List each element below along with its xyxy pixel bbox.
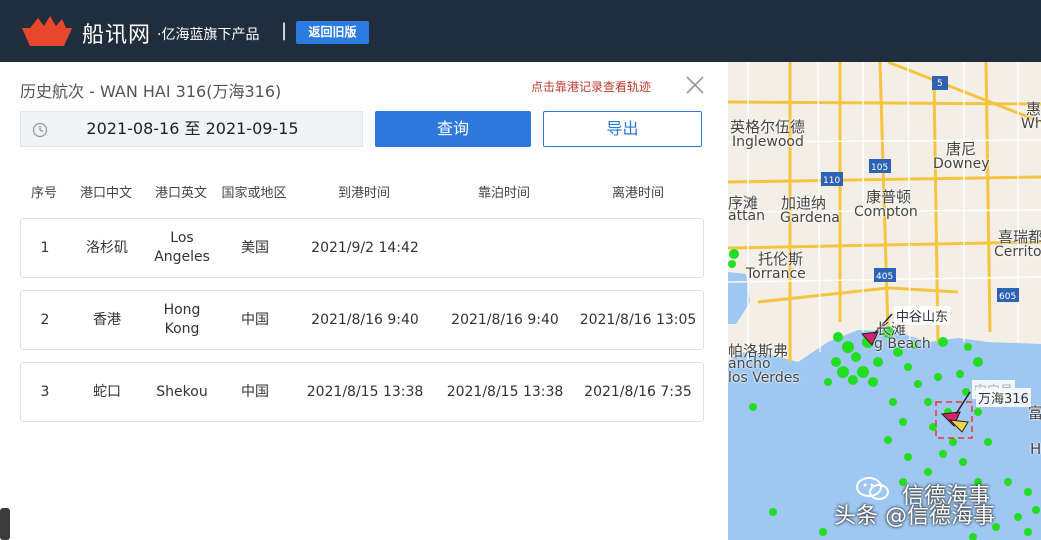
header-index: 序号: [30, 186, 57, 201]
wechat-icon: [856, 477, 889, 500]
date-range-picker[interactable]: 2021-08-16 至 2021-09-15: [20, 111, 363, 147]
place-palos-2: los Verdes: [728, 370, 800, 386]
row-index: 3: [40, 383, 50, 400]
map-view[interactable]: 5 105 110 405 605 英格尔伍德 Inglewood 唐尼 Dow…: [728, 62, 1041, 540]
port-cn: 香港: [93, 311, 121, 328]
berth-time: 2021/8/15 13:38: [446, 383, 564, 400]
berth-time: [435, 219, 575, 277]
arrival-time: 2021/8/16 9:40: [311, 311, 419, 328]
place-partial-right2: H: [1030, 440, 1041, 458]
place-compton-en: Compton: [854, 204, 918, 220]
header-departure: 离港时间: [611, 186, 664, 201]
place-downey-en: Downey: [933, 156, 990, 172]
port-en: Shekou: [156, 383, 208, 400]
header-port-cn: 港口中文: [79, 186, 132, 201]
country: 中国: [241, 383, 269, 400]
table-row[interactable]: 3 蛇口 Shekou 中国 2021/8/15 13:38 2021/8/15…: [20, 362, 704, 422]
header-port-en: 港口英文: [154, 186, 207, 201]
berth-time: 2021/8/16 9:40: [451, 311, 559, 328]
table-row[interactable]: 1 洛杉矶 Los Angeles 美国 2021/9/2 14:42: [20, 218, 704, 278]
place-torrance-en: Torrance: [746, 266, 806, 282]
ship-label-cosco-shandong[interactable]: 中谷山东: [894, 306, 951, 325]
header-arrival: 到港时间: [337, 186, 390, 201]
old-version-button[interactable]: 返回旧版: [296, 21, 369, 44]
track-link[interactable]: 点击靠港记录查看轨迹: [531, 78, 651, 95]
header-country: 国家或地区: [221, 186, 287, 201]
port-cn: 蛇口: [93, 383, 121, 400]
port-en: Hong Kong: [163, 302, 201, 337]
arrival-time: 2021/9/2 14:42: [311, 239, 419, 256]
departure-time: [571, 219, 705, 277]
query-button[interactable]: 查询: [375, 111, 531, 147]
panel-title: 历史航次 - WAN HAI 316(万海316): [20, 82, 282, 101]
departure-time: 2021/8/16 13:05: [579, 311, 697, 328]
highway-405: 405: [876, 272, 893, 282]
port-cn: 洛杉矶: [86, 239, 128, 256]
row-index: 2: [40, 311, 50, 328]
country: 美国: [241, 239, 269, 256]
highway-5: 5: [937, 79, 943, 89]
brand-name[interactable]: 船讯网: [82, 17, 151, 49]
date-range-value: 2021-08-16 至 2021-09-15: [86, 119, 299, 138]
place-gardena-en: Gardena: [780, 210, 840, 226]
highway-110: 110: [823, 176, 840, 186]
place-partial-west-en: attan: [728, 208, 766, 224]
place-partial-ne-en: Wh: [1021, 116, 1041, 132]
scroll-handle[interactable]: [0, 508, 10, 540]
brand-subtitle: ·亿海蓝旗下产品: [157, 27, 260, 43]
header-berth: 靠泊时间: [477, 186, 530, 201]
export-button[interactable]: 导出: [543, 111, 702, 147]
departure-time: 2021/8/16 7:35: [584, 383, 692, 400]
table-row[interactable]: 2 香港 Hong Kong 中国 2021/8/16 9:40 2021/8/…: [20, 290, 704, 350]
close-icon[interactable]: [684, 74, 706, 96]
port-en: Los Angeles: [154, 230, 210, 265]
highway-105: 105: [871, 163, 888, 173]
arrival-time: 2021/8/15 13:38: [306, 383, 424, 400]
header-separator: |: [281, 20, 288, 41]
highway-605: 605: [999, 292, 1016, 302]
top-bar: 船讯网 ·亿海蓝旗下产品 | 返回旧版: [0, 0, 1041, 62]
boat-logo-icon: [22, 16, 72, 46]
voyage-history-panel: 历史航次 - WAN HAI 316(万海316) 点击靠港记录查看轨迹 202…: [0, 62, 728, 540]
row-index: 1: [40, 239, 50, 256]
country: 中国: [241, 311, 269, 328]
place-long-beach-en: g Beach: [874, 336, 931, 352]
ship-label-wanhai316[interactable]: 万海316: [976, 388, 1031, 407]
place-cerritos-en: Cerrito: [994, 244, 1041, 260]
place-inglewood-en: Inglewood: [732, 134, 804, 150]
